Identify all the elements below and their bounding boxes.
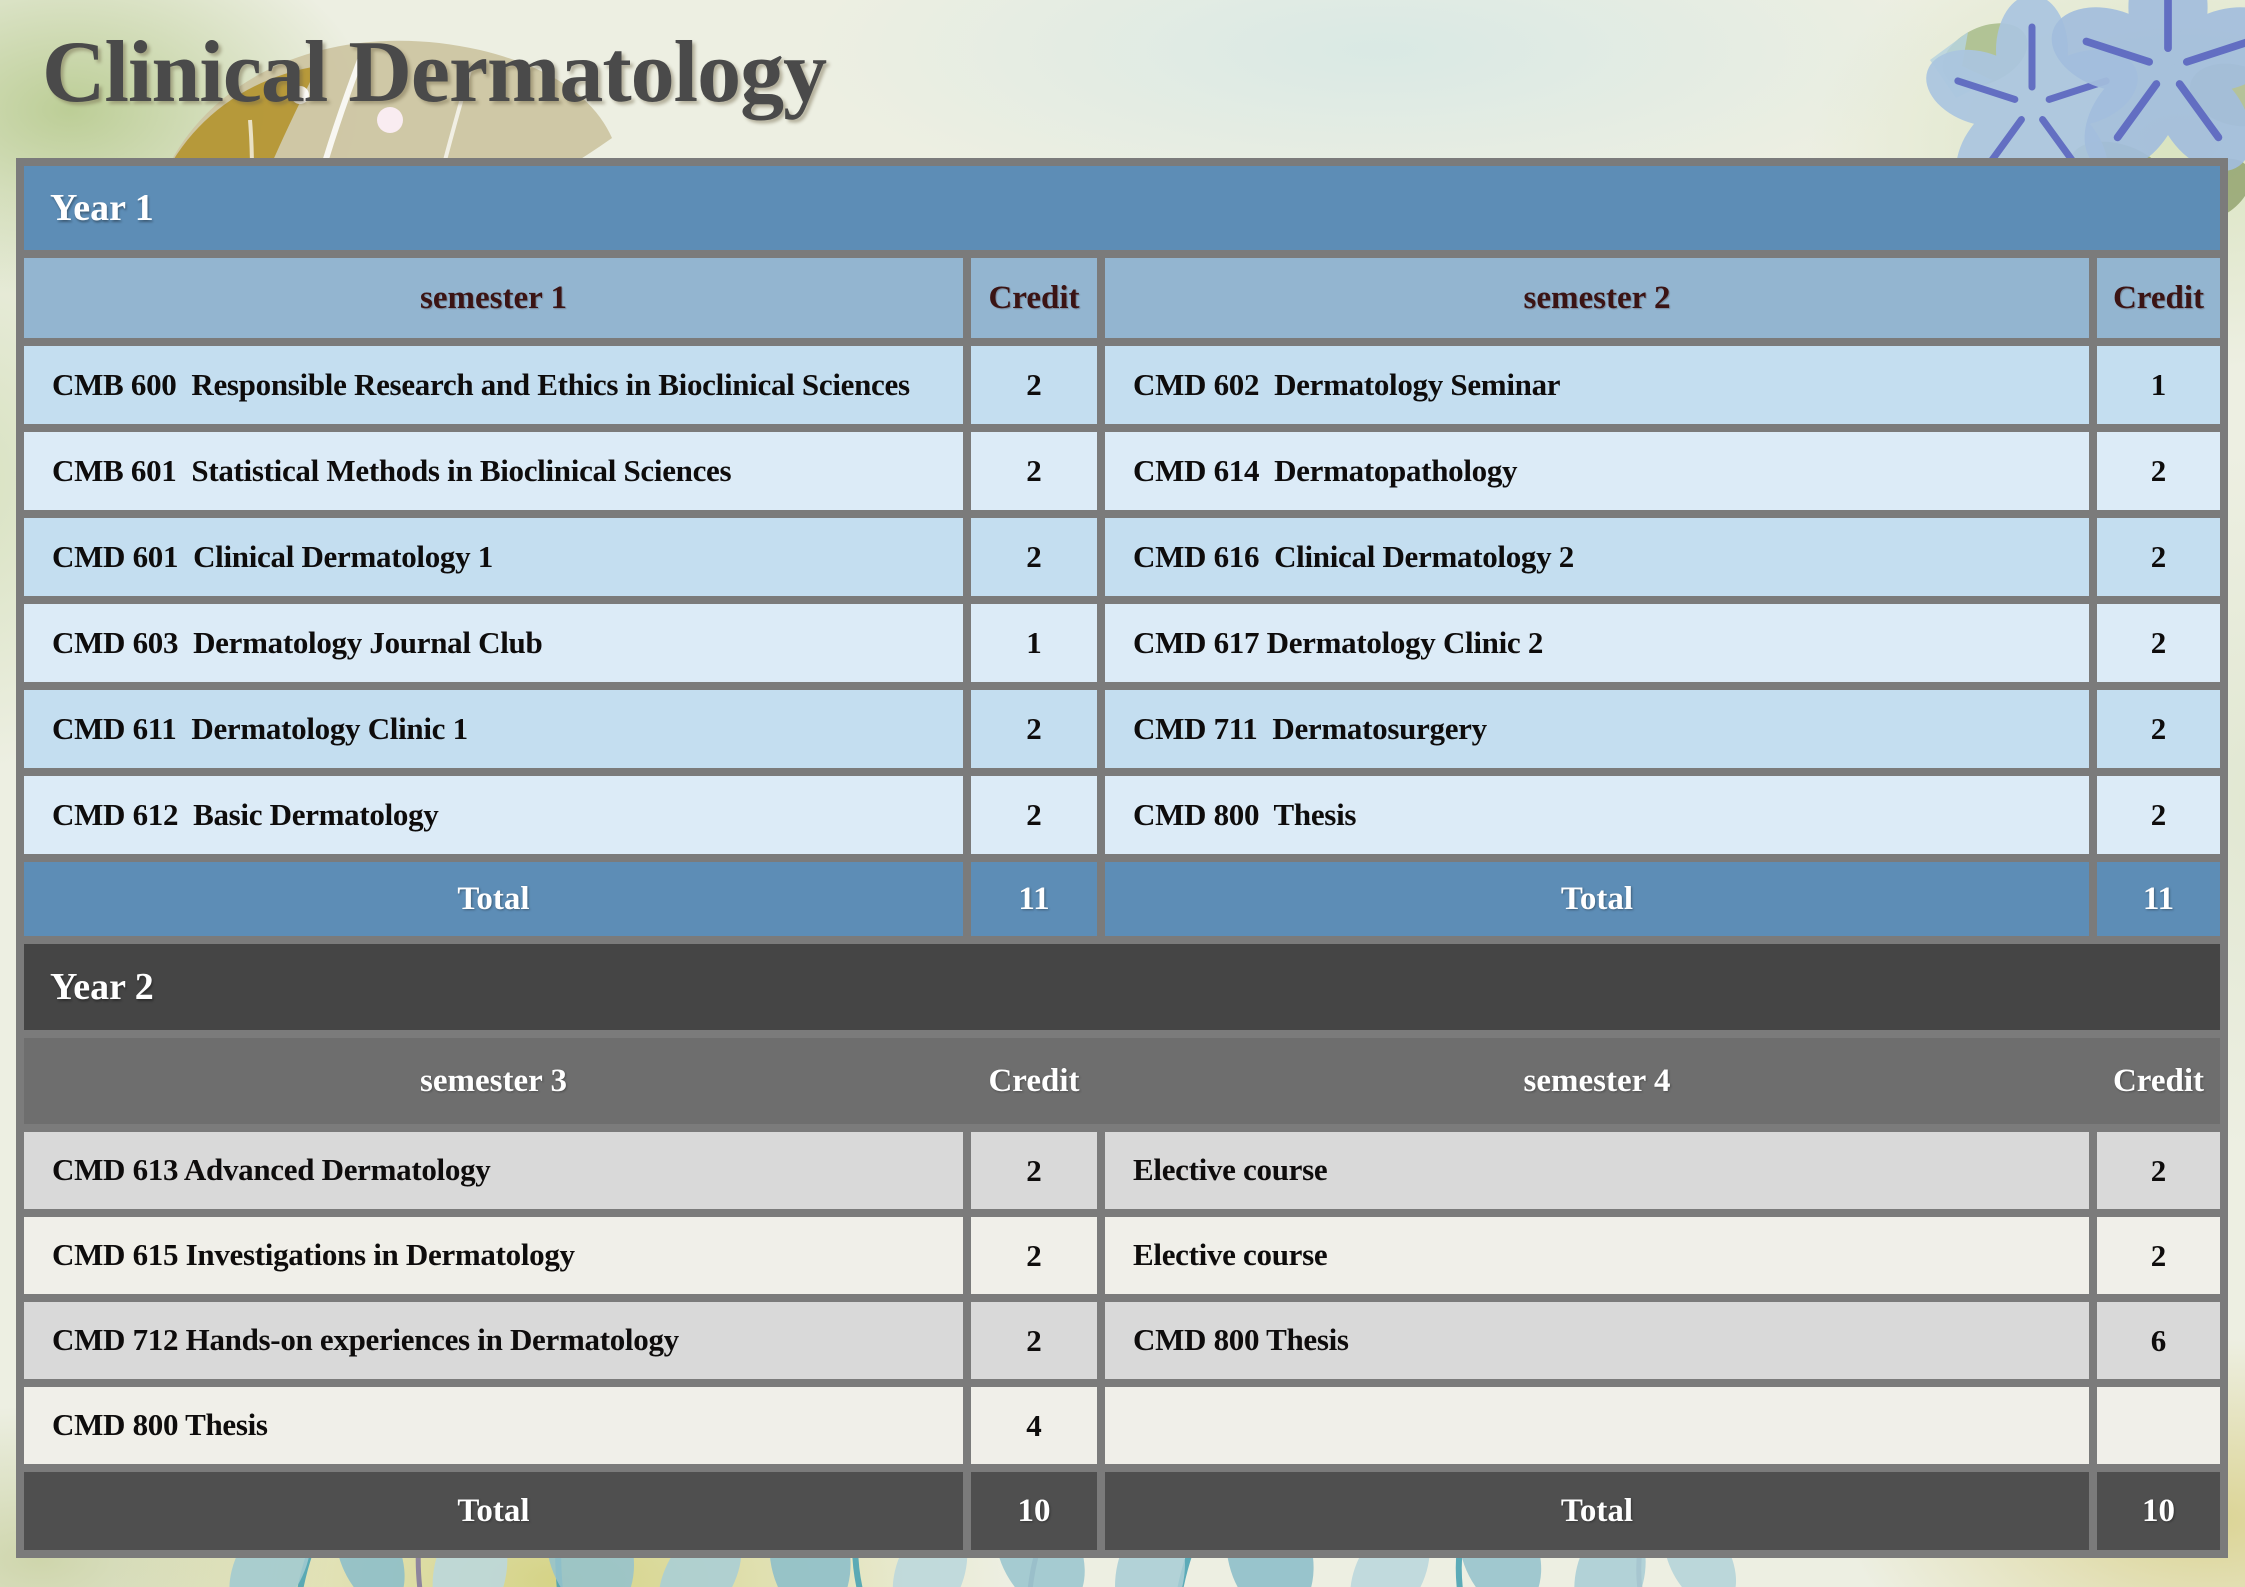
course-cell: Elective course — [1105, 1132, 2089, 1209]
course-cell: CMD 712 Hands-on experiences in Dermatol… — [24, 1302, 963, 1379]
page-title: Clinical Dermatology — [42, 22, 826, 123]
credit-cell: 2 — [971, 518, 1097, 596]
year1-total-label-left: Total — [24, 862, 963, 936]
semester1-header: semester 1 — [24, 258, 963, 338]
credit-header: Credit — [2097, 1038, 2220, 1124]
course-cell: CMD 800 Thesis — [1105, 776, 2089, 854]
year1-total-credits-left: 11 — [971, 862, 1097, 936]
course-cell: CMD 800 Thesis — [1105, 1302, 2089, 1379]
year2-total-credits-left: 10 — [971, 1472, 1097, 1550]
course-cell — [1105, 1387, 2089, 1464]
course-cell: CMD 612 Basic Dermatology — [24, 776, 963, 854]
curriculum-table: Year 1 semester 1 Credit semester 2 Cred… — [16, 158, 2228, 1558]
credit-cell: 2 — [2097, 1217, 2220, 1294]
year1-total-credits-right: 11 — [2097, 862, 2220, 936]
credit-cell: 2 — [971, 1302, 1097, 1379]
credit-cell: 2 — [971, 1132, 1097, 1209]
semester2-header: semester 2 — [1105, 258, 2089, 338]
year2-total-label-right: Total — [1105, 1472, 2089, 1550]
credit-cell: 4 — [971, 1387, 1097, 1464]
credit-cell: 2 — [971, 776, 1097, 854]
year1-total-label-right: Total — [1105, 862, 2089, 936]
semester3-header: semester 3 — [24, 1038, 963, 1124]
credit-header: Credit — [971, 1038, 1097, 1124]
course-cell: CMB 600 Responsible Research and Ethics … — [24, 346, 963, 424]
course-cell: CMD 616 Clinical Dermatology 2 — [1105, 518, 2089, 596]
credit-cell: 1 — [971, 604, 1097, 682]
course-cell: CMB 601 Statistical Methods in Bioclinic… — [24, 432, 963, 510]
credit-cell: 2 — [971, 346, 1097, 424]
credit-cell: 2 — [2097, 690, 2220, 768]
course-cell: Elective course — [1105, 1217, 2089, 1294]
credit-header: Credit — [971, 258, 1097, 338]
year1-banner: Year 1 — [24, 166, 2220, 250]
semester4-header: semester 4 — [1105, 1038, 2089, 1124]
credit-cell: 6 — [2097, 1302, 2220, 1379]
credit-cell: 2 — [971, 432, 1097, 510]
course-cell: CMD 611 Dermatology Clinic 1 — [24, 690, 963, 768]
credit-cell — [2097, 1387, 2220, 1464]
year2-total-credits-right: 10 — [2097, 1472, 2220, 1550]
credit-header: Credit — [2097, 258, 2220, 338]
year2-header-band: semester 3 Credit semester 4 Credit — [24, 1038, 2220, 1124]
credit-cell: 2 — [2097, 604, 2220, 682]
course-cell: CMD 800 Thesis — [24, 1387, 963, 1464]
credit-cell: 2 — [2097, 776, 2220, 854]
course-cell: CMD 602 Dermatology Seminar — [1105, 346, 2089, 424]
credit-cell: 2 — [2097, 1132, 2220, 1209]
course-cell: CMD 601 Clinical Dermatology 1 — [24, 518, 963, 596]
course-cell: CMD 603 Dermatology Journal Club — [24, 604, 963, 682]
year2-banner: Year 2 — [24, 944, 2220, 1030]
course-cell: CMD 614 Dermatopathology — [1105, 432, 2089, 510]
credit-cell: 1 — [2097, 346, 2220, 424]
course-cell: CMD 711 Dermatosurgery — [1105, 690, 2089, 768]
course-cell: CMD 617 Dermatology Clinic 2 — [1105, 604, 2089, 682]
course-cell: CMD 613 Advanced Dermatology — [24, 1132, 963, 1209]
credit-cell: 2 — [971, 1217, 1097, 1294]
course-cell: CMD 615 Investigations in Dermatology — [24, 1217, 963, 1294]
year2-total-label-left: Total — [24, 1472, 963, 1550]
credit-cell: 2 — [2097, 518, 2220, 596]
credit-cell: 2 — [2097, 432, 2220, 510]
credit-cell: 2 — [971, 690, 1097, 768]
